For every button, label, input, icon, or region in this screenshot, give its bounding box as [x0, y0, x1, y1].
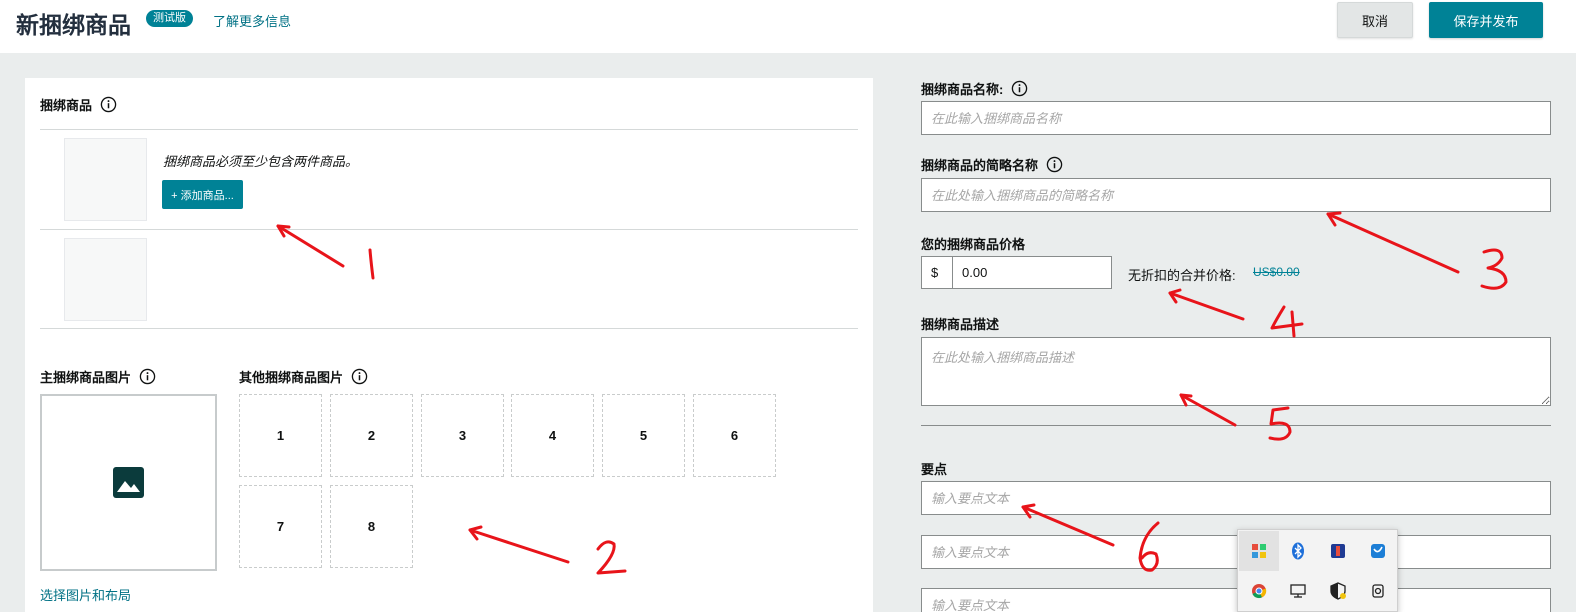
annotation-arrow-4: [1168, 288, 1245, 321]
camera-icon[interactable]: [1358, 571, 1398, 611]
image-placeholder-icon: [113, 467, 144, 498]
annotation-number-4: [1270, 305, 1304, 338]
add-product-button[interactable]: + 添加商品...: [162, 180, 243, 209]
main-image-heading: 主捆绑商品图片: [40, 367, 156, 386]
other-images-label: 其他捆绑商品图片: [239, 370, 344, 385]
info-icon[interactable]: [100, 96, 117, 113]
divider: [40, 229, 858, 230]
image-slot-3[interactable]: 3: [421, 394, 504, 477]
currency-prefix: $: [921, 256, 953, 289]
short-name-input[interactable]: [921, 178, 1551, 212]
description-input[interactable]: [921, 337, 1551, 406]
system-tray-flyout: [1237, 529, 1398, 612]
divider: [40, 328, 858, 329]
key-points-label: 要点: [921, 462, 948, 477]
chrome-icon[interactable]: [1239, 571, 1279, 611]
image-slot-7[interactable]: 7: [239, 485, 322, 568]
key-point-input-1[interactable]: [921, 481, 1551, 515]
bundle-name-label: 捆绑商品名称:: [921, 82, 1004, 97]
usb-device-icon[interactable]: [1318, 531, 1358, 571]
info-icon[interactable]: [1011, 80, 1028, 97]
learn-more-link[interactable]: 了解更多信息: [213, 11, 291, 30]
key-point-input-3[interactable]: [921, 588, 1551, 612]
description-label: 捆绑商品描述: [921, 317, 1000, 332]
bundle-requirement-note: 捆绑商品必须至少包含两件商品。: [163, 154, 359, 169]
page-title: 新捆绑商品: [16, 12, 131, 38]
annotation-number-5: [1268, 406, 1292, 441]
other-images-heading: 其他捆绑商品图片: [239, 367, 368, 386]
bluetooth-icon[interactable]: [1278, 531, 1318, 571]
bundle-name-heading: 捆绑商品名称:: [921, 79, 1028, 98]
image-slot-4[interactable]: 4: [511, 394, 594, 477]
top-header: 新捆绑商品 测试版 了解更多信息 取消 保存并发布: [0, 0, 1576, 53]
image-slot-1[interactable]: 1: [239, 394, 322, 477]
security-shield-icon[interactable]: [1318, 571, 1358, 611]
main-image-upload[interactable]: [40, 394, 217, 571]
divider: [40, 129, 858, 130]
undiscounted-price-label: 无折扣的合并价格:: [1128, 268, 1236, 283]
bundle-section-label: 捆绑商品: [40, 98, 93, 113]
display-icon[interactable]: [1278, 571, 1318, 611]
divider: [921, 425, 1551, 426]
beta-badge: 测试版: [146, 10, 193, 27]
bundle-item-thumbnail: [64, 138, 147, 221]
annotation-arrow-3: [1326, 211, 1460, 274]
info-icon[interactable]: [351, 368, 368, 385]
image-slot-2[interactable]: 2: [330, 394, 413, 477]
image-slot-5[interactable]: 5: [602, 394, 685, 477]
app-grid-icon[interactable]: [1239, 531, 1279, 571]
image-slot-8[interactable]: 8: [330, 485, 413, 568]
price-label: 您的捆绑商品价格: [921, 237, 1026, 252]
bundle-item-thumbnail: [64, 238, 147, 321]
save-publish-button[interactable]: 保存并发布: [1429, 2, 1543, 38]
annotation-number-3: [1480, 248, 1508, 290]
bundle-name-input[interactable]: [921, 101, 1551, 135]
price-input[interactable]: [953, 256, 1112, 289]
bundle-section-heading: 捆绑商品: [40, 95, 117, 114]
network-app-icon[interactable]: [1358, 531, 1398, 571]
info-icon[interactable]: [139, 368, 156, 385]
short-name-heading: 捆绑商品的简略名称: [921, 155, 1063, 174]
info-icon[interactable]: [1046, 156, 1063, 173]
select-images-link[interactable]: 选择图片和布局: [40, 585, 131, 604]
image-slot-6[interactable]: 6: [693, 394, 776, 477]
key-point-input-2[interactable]: [921, 535, 1551, 569]
short-name-label: 捆绑商品的简略名称: [921, 158, 1039, 173]
cancel-button[interactable]: 取消: [1337, 2, 1413, 38]
main-image-label: 主捆绑商品图片: [40, 370, 132, 385]
undiscounted-price-value: US$0.00: [1253, 265, 1300, 279]
